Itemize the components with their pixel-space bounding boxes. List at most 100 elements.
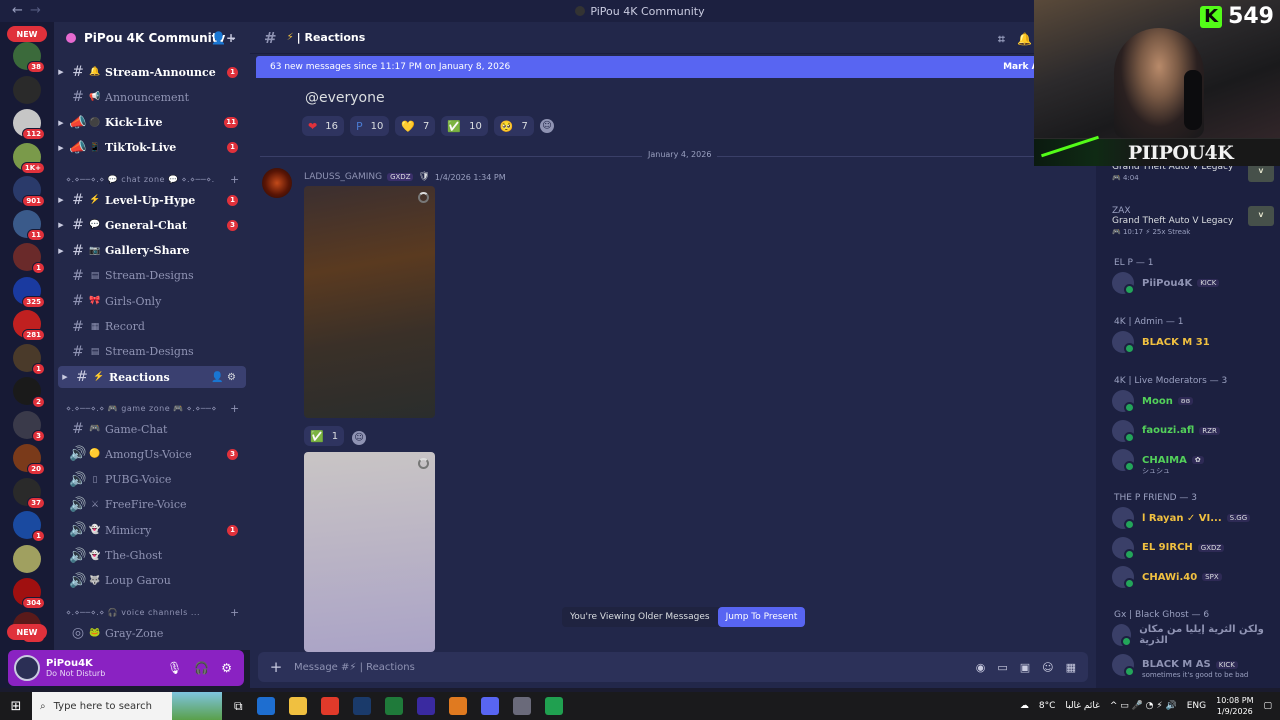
brave-browser-icon[interactable]: [320, 697, 339, 715]
server-icon[interactable]: 325: [13, 276, 45, 308]
server-icon[interactable]: 1: [13, 343, 45, 375]
user-avatar[interactable]: [14, 655, 40, 681]
server-icon[interactable]: 1: [13, 243, 45, 274]
message-composer[interactable]: + Message #⚡ | Reactions ◉ ▭ ▣ ☺ ▦: [258, 652, 1088, 682]
kick-app-icon[interactable]: [544, 697, 563, 715]
reaction-chip[interactable]: ✅ 10: [441, 116, 488, 136]
channel-item[interactable]: ▶ # 🔔 Stream-Announce 1: [54, 61, 250, 83]
invite-people-icon[interactable]: 👤+: [211, 31, 236, 45]
channel-item[interactable]: # 📢 Announcement: [54, 86, 250, 108]
app-icon[interactable]: [448, 697, 467, 715]
task-view-icon[interactable]: ⧉: [234, 699, 243, 714]
server-icon[interactable]: 20: [13, 444, 45, 475]
sticker-icon[interactable]: ▣: [1020, 661, 1030, 674]
server-icon[interactable]: 11: [13, 209, 45, 241]
user-panel[interactable]: PiPou4K Do Not Disturb 🎙 🎧 ⚙: [8, 650, 244, 686]
author-avatar[interactable]: [262, 168, 292, 198]
server-icon[interactable]: 1K+: [13, 142, 45, 174]
discord-icon[interactable]: [480, 697, 499, 715]
add-channel-icon[interactable]: +: [230, 606, 240, 619]
jump-to-present-button[interactable]: Jump To Present: [717, 607, 806, 627]
server-icon[interactable]: 38: [13, 42, 45, 73]
channel-item[interactable]: # ▦ Record: [54, 316, 250, 338]
server-icon[interactable]: 37: [13, 477, 45, 509]
app-window-icon[interactable]: [512, 697, 531, 715]
clock[interactable]: 10:08 PM 1/9/2026: [1216, 695, 1253, 717]
member-item[interactable]: faouzi.afl RZR: [1112, 418, 1276, 444]
server-icon[interactable]: 304: [13, 578, 45, 609]
gear-icon[interactable]: ⚙: [221, 661, 232, 675]
channel-item[interactable]: 🔊 ▯ PUBG-Voice: [54, 469, 250, 491]
windows-start-icon[interactable]: ⊞: [0, 699, 32, 714]
member-item[interactable]: PiiPou4K KICK: [1112, 270, 1276, 296]
channel-item[interactable]: 🔊 👻 Mimicry 1: [54, 519, 250, 541]
channel-settings-icon[interactable]: 👤 ⚙: [211, 372, 236, 383]
channel-item[interactable]: # 🎀 Girls-Only: [54, 290, 250, 312]
channel-category[interactable]: ⋄.⋄──⋄.⋄ 🎧 voice channels ... +: [66, 606, 239, 619]
headphones-icon[interactable]: 🎧: [194, 661, 209, 675]
reaction-chip[interactable]: ❤ 16: [302, 116, 344, 136]
xbox-icon[interactable]: [384, 697, 403, 715]
forward-arrow-icon[interactable]: →: [30, 3, 41, 18]
server-icon[interactable]: 3: [13, 410, 45, 442]
channel-item[interactable]: # 🎮 Game-Chat: [54, 418, 250, 440]
member-item[interactable]: l Rayan ✓ VI... S.GG: [1112, 505, 1276, 531]
author-name[interactable]: LADUSS_GAMING: [304, 172, 382, 182]
tray-icons[interactable]: ^ ▭ 🎤 ◔ ⚡ 🔊: [1110, 701, 1177, 711]
member-item[interactable]: CHAIMA ✿ シュシュ: [1112, 447, 1276, 475]
weather-icon[interactable]: ☁: [1020, 701, 1029, 711]
server-icon[interactable]: [13, 75, 41, 104]
channel-item[interactable]: ▶ 📣 📱 TikTok-Live 1: [54, 137, 250, 159]
reaction-chip[interactable]: 🥺 7: [493, 116, 534, 136]
channel-item[interactable]: ▶ # 📷 Gallery-Share: [54, 240, 250, 262]
server-icon[interactable]: 1: [13, 511, 45, 542]
member-item[interactable]: ولكن الثرية إيليا من مكان الذرية: [1112, 622, 1276, 648]
file-explorer-icon[interactable]: [288, 697, 307, 715]
taskbar-search-input[interactable]: Type here to search: [54, 701, 152, 712]
threads-icon[interactable]: ⌗ 🔔: [998, 32, 1032, 47]
emoji-icon[interactable]: ☺: [1042, 661, 1053, 674]
reaction-chip[interactable]: ✅ 1: [304, 426, 345, 446]
member-item[interactable]: Moon ʚɞ: [1112, 388, 1276, 414]
plus-icon[interactable]: +: [258, 658, 294, 676]
channel-item[interactable]: 🔊 🐺 Loup Garou: [54, 570, 250, 592]
channel-item[interactable]: ▶ 📣 ⚫ Kick-Live 11: [54, 112, 250, 134]
weather-temp[interactable]: 8°C: [1039, 701, 1056, 711]
member-item[interactable]: EL 9IRCH GXDZ: [1112, 535, 1276, 561]
channel-item[interactable]: ◎ 🐸 Gray-Zone: [54, 622, 250, 644]
apps-icon[interactable]: ◉: [976, 661, 986, 674]
server-icon[interactable]: 281: [13, 310, 45, 341]
new-unreads-pill[interactable]: NEW: [7, 26, 47, 42]
channel-item[interactable]: ▶ # 💬 General-Chat 3: [54, 214, 250, 236]
channel-item[interactable]: # ▤ Stream-Designs: [54, 341, 250, 363]
back-arrow-icon[interactable]: ←: [12, 3, 23, 18]
server-header[interactable]: PiPou 4K Community ⌄ 👤+: [54, 22, 250, 54]
channel-item[interactable]: ▶ # ⚡ Reactions 👤 ⚙: [58, 366, 246, 389]
visual-studio-icon[interactable]: [416, 697, 435, 715]
member-item[interactable]: CHAWi.40 SPX: [1112, 564, 1276, 590]
weather-text[interactable]: غائم غالبا: [1065, 701, 1099, 711]
game-activity[interactable]: ZAX Grand Theft Auto V Legacy 🎮 10:17 ⚡ 25…: [1112, 206, 1276, 236]
new-unreads-pill[interactable]: NEW: [7, 624, 47, 640]
image-attachment[interactable]: [304, 452, 435, 652]
member-item[interactable]: BLACK M AS KICK sometimes it's good to be …: [1112, 652, 1276, 679]
image-attachment[interactable]: [304, 186, 435, 418]
channel-item[interactable]: # ▤ Stream-Designs: [54, 265, 250, 287]
add-channel-icon[interactable]: +: [230, 173, 240, 186]
server-icon[interactable]: 2: [13, 377, 45, 408]
server-icon[interactable]: [13, 544, 41, 573]
server-icon[interactable]: 901: [13, 176, 45, 207]
reaction-chip[interactable]: 💛 7: [395, 116, 436, 136]
language-indicator[interactable]: ENG: [1187, 701, 1206, 711]
server-icon[interactable]: 112: [13, 109, 45, 140]
channel-item[interactable]: 🔊 ⚔ FreeFire-Voice: [54, 494, 250, 516]
microphone-icon[interactable]: 🎙: [167, 661, 182, 675]
activity-icon[interactable]: ▦: [1066, 661, 1076, 674]
member-item[interactable]: BLACK M 31: [1112, 329, 1276, 355]
channel-category[interactable]: ⋄.⋄──⋄.⋄ 🎮 game zone 🎮 ⋄.⋄──⋄ +: [66, 402, 239, 415]
channel-item[interactable]: 🔊 🟡 AmongUs-Voice 3: [54, 443, 250, 465]
channel-item[interactable]: ▶ # ⚡ Level-Up-Hype 1: [54, 189, 250, 211]
add-channel-icon[interactable]: +: [230, 402, 240, 415]
message-input[interactable]: Message #⚡ | Reactions: [294, 662, 415, 673]
add-reaction-icon[interactable]: ☺: [539, 119, 554, 133]
